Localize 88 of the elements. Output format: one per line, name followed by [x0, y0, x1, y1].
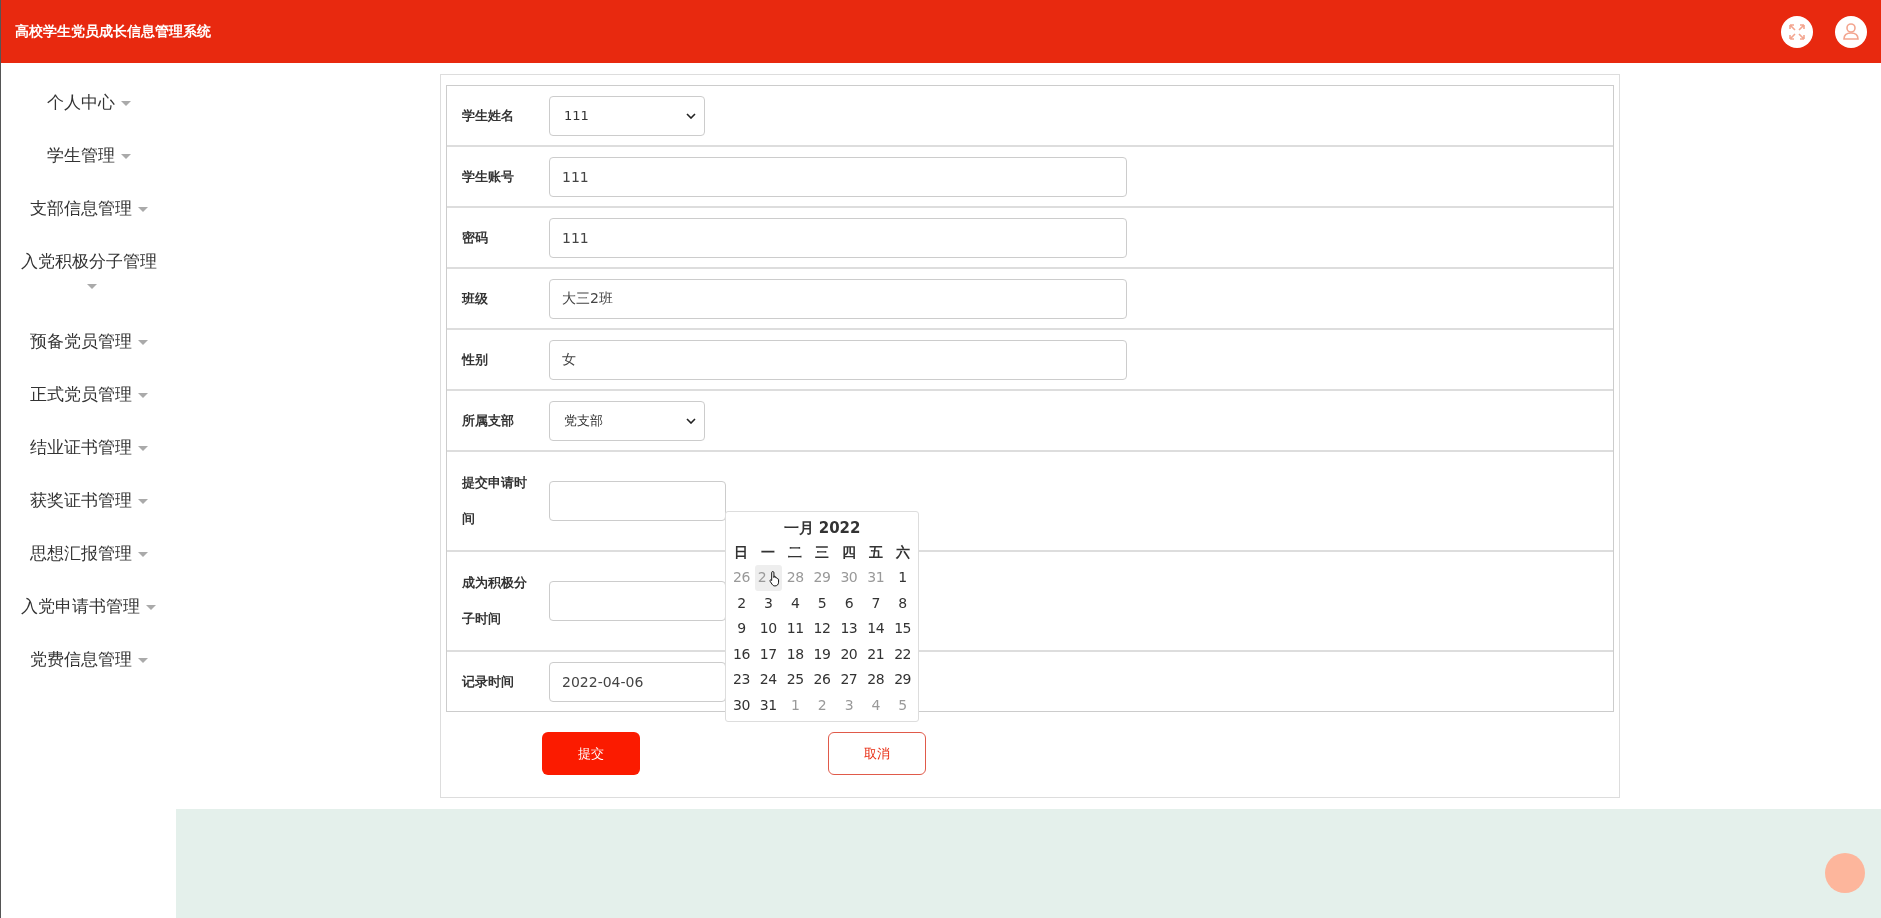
caret-icon — [137, 445, 148, 451]
calendar-day[interactable]: 12 — [808, 616, 836, 642]
caret-icon — [146, 604, 156, 610]
field-label: 学生账号 — [462, 167, 515, 186]
calendar-day[interactable]: 21 — [862, 641, 890, 667]
calendar-day[interactable]: 5 — [808, 590, 836, 616]
field-label: 密码 — [462, 228, 489, 247]
cancel-button[interactable]: 取消 — [828, 732, 926, 775]
calendar-day[interactable]: 16 — [728, 641, 755, 667]
calendar-day[interactable]: 22 — [889, 641, 916, 667]
chevron-down-icon — [686, 112, 696, 119]
calendar-day[interactable]: 31 — [754, 692, 782, 718]
calendar-day[interactable]: 20 — [835, 641, 863, 667]
calendar-day[interactable]: 7 — [862, 590, 890, 616]
calendar-day[interactable]: 30 — [728, 692, 755, 718]
field-label: 提交申请时间 — [462, 474, 528, 528]
calendar-day[interactable]: 3 — [754, 590, 782, 616]
calendar-day[interactable]: 1 — [889, 565, 916, 591]
menu-item[interactable]: 预备党员管理 — [13, 329, 164, 382]
user-icon[interactable] — [1835, 15, 1867, 48]
month-title: 一月 2022 — [782, 518, 862, 539]
chevron-down-icon — [686, 417, 696, 424]
fullscreen-icon[interactable] — [1781, 15, 1813, 48]
weekday-label: 日 — [733, 543, 750, 562]
field-label: 性别 — [462, 350, 489, 369]
caret-icon — [137, 392, 148, 398]
submit-button[interactable]: 提交 — [542, 732, 640, 775]
text-field[interactable]: 111 — [549, 217, 1127, 258]
menu-item[interactable]: 思想汇报管理 — [13, 541, 164, 594]
caret-icon — [120, 153, 131, 159]
weekday-label: 五 — [867, 543, 884, 562]
caret-icon — [120, 100, 131, 106]
weekday-label: 二 — [787, 543, 804, 562]
calendar-day[interactable]: 19 — [808, 641, 836, 667]
date-field[interactable]: 2022-04-06 — [549, 661, 726, 702]
menu-item[interactable]: 获奖证书管理 — [13, 488, 164, 541]
caret-icon — [137, 339, 148, 345]
calendar-day[interactable]: 23 — [728, 667, 755, 693]
calendar-day[interactable]: 27 — [835, 667, 863, 693]
calendar-day[interactable]: 18 — [781, 641, 809, 667]
calendar-day[interactable]: 25 — [781, 667, 809, 693]
calendar-day[interactable]: 24 — [754, 667, 782, 693]
calendar-day[interactable]: 15 — [889, 616, 916, 642]
calendar-day[interactable]: 13 — [835, 616, 863, 642]
caret-icon — [137, 206, 148, 212]
calendar-day[interactable]: 9 — [728, 616, 755, 642]
calendar-day[interactable]: 28 — [862, 667, 890, 693]
menu-item[interactable]: 正式党员管理 — [13, 382, 164, 435]
weekday-label: 六 — [894, 543, 911, 562]
menu-item[interactable]: 支部信息管理 — [13, 196, 164, 249]
field-label: 成为积极分子时间 — [462, 574, 528, 628]
calendar-day[interactable]: 2 — [728, 590, 755, 616]
caret-icon — [137, 498, 148, 504]
menu-item[interactable]: 入党申请书管理 — [13, 594, 164, 647]
calendar-day[interactable]: 26 — [808, 667, 836, 693]
field-label: 记录时间 — [462, 672, 515, 691]
menu-item[interactable]: 入党积极分子管理 — [13, 249, 164, 329]
caret-icon — [137, 657, 148, 663]
app-title: 高校学生党员成长信息管理系统 — [15, 22, 211, 41]
date-field[interactable] — [549, 581, 726, 621]
menu-item[interactable]: 党费信息管理 — [13, 647, 164, 700]
text-field[interactable]: 女 — [549, 339, 1127, 380]
calendar-day[interactable]: 17 — [754, 641, 782, 667]
calendar-day[interactable]: 14 — [862, 616, 890, 642]
calendar-day[interactable]: 6 — [835, 590, 863, 616]
calendar-day[interactable]: 8 — [889, 590, 916, 616]
menu-item[interactable]: 结业证书管理 — [13, 435, 164, 488]
weekday-label: 四 — [840, 543, 857, 562]
caret-icon — [137, 551, 148, 557]
weekday-label: 一 — [760, 543, 777, 562]
field-label: 学生姓名 — [462, 106, 515, 125]
caret-icon — [86, 283, 97, 289]
field-label: 所属支部 — [462, 411, 515, 430]
calendar-day[interactable]: 10 — [754, 616, 782, 642]
select-field[interactable]: 111 — [549, 95, 705, 136]
date-field[interactable] — [549, 481, 726, 521]
calendar-day[interactable]: 4 — [781, 590, 809, 616]
calendar-day[interactable]: 29 — [889, 667, 916, 693]
back-to-top-icon[interactable] — [1825, 853, 1865, 893]
text-field[interactable]: 大三2班 — [549, 278, 1127, 319]
select-field[interactable]: 党支部 — [549, 400, 705, 441]
hand-cursor-icon — [768, 570, 782, 587]
weekday-label: 三 — [814, 543, 830, 562]
menu-item[interactable]: 个人中心 — [13, 90, 164, 143]
calendar-day[interactable]: 11 — [781, 616, 809, 642]
field-label: 班级 — [462, 289, 489, 308]
text-field[interactable]: 111 — [549, 156, 1127, 197]
menu-item[interactable]: 学生管理 — [13, 143, 164, 196]
